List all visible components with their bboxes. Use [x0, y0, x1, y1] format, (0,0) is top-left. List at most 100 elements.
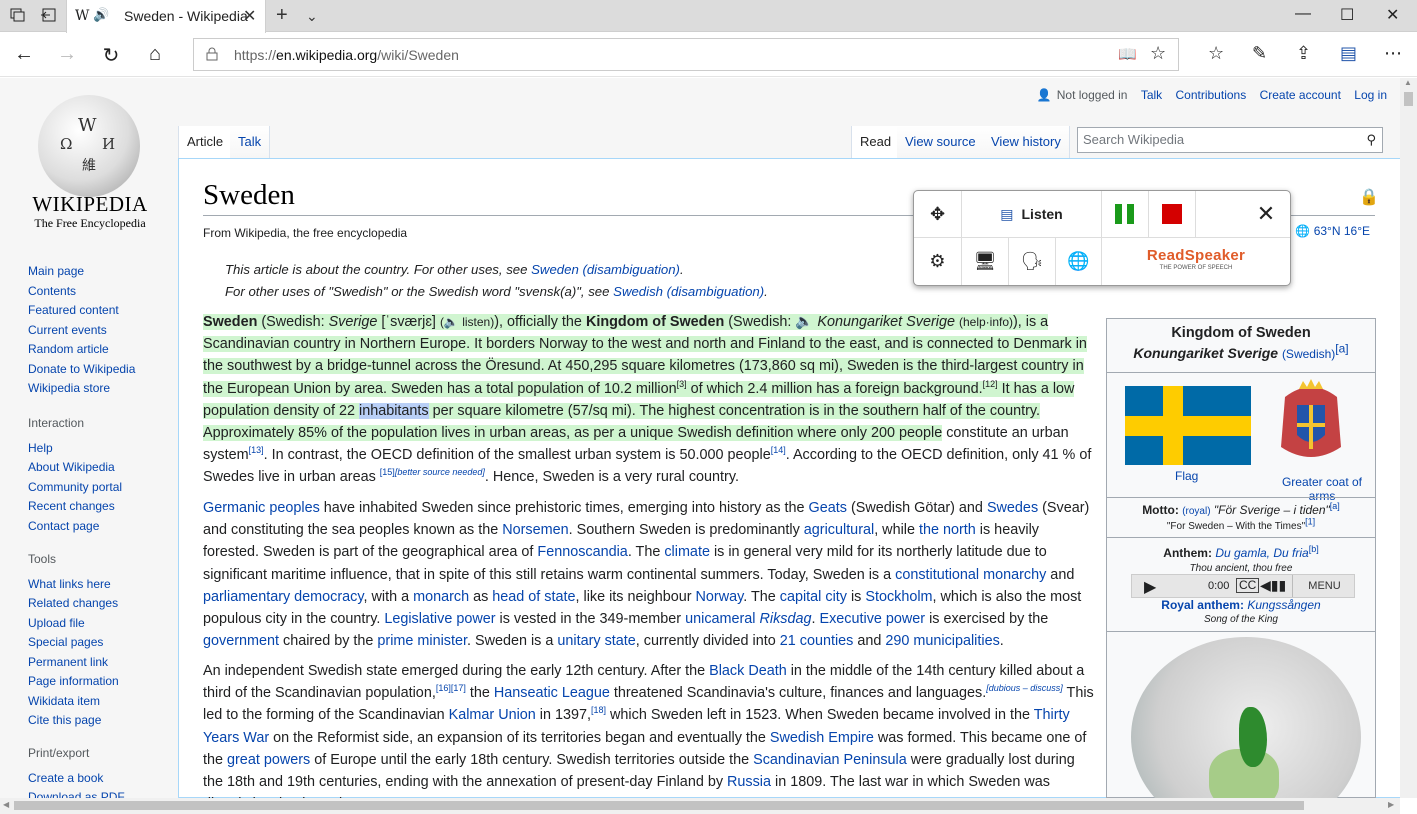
coordinates: s: 🌐 63°N 16°E — [1283, 224, 1370, 238]
search-icon[interactable]: ⚲ — [1366, 132, 1376, 148]
play-icon[interactable]: ▶ — [1144, 577, 1156, 597]
favorites-hub-icon[interactable]: ☆ — [1208, 43, 1224, 64]
horizontal-scrollbar[interactable]: ◀ ▶ — [0, 798, 1400, 814]
listen-icon: ▤ — [1000, 205, 1014, 222]
tab-actions-icon[interactable] — [10, 8, 26, 22]
close-tab-icon[interactable]: ✕ — [243, 6, 256, 26]
audio-player: ▶ 0:00 CC ◀▮▮ MENU — [1131, 574, 1355, 598]
contributions-link[interactable]: Contributions — [1176, 88, 1247, 102]
personal-talk-link[interactable]: Talk — [1141, 88, 1162, 102]
sidebar-item-featured-content[interactable]: Featured content — [28, 301, 135, 321]
share-icon[interactable]: ⇪ — [1296, 43, 1311, 64]
create-account-link[interactable]: Create account — [1260, 88, 1341, 102]
royal-anthem-link[interactable]: Kungssången — [1247, 598, 1320, 612]
wikipedia-favicon-icon: W — [75, 8, 90, 24]
captions-icon[interactable]: CC — [1236, 578, 1260, 593]
sidebar-heading-interaction: Interaction — [28, 416, 85, 430]
readspeaker-logo[interactable]: ReadSpeaker THE POWER OF SPEECH — [1102, 238, 1290, 285]
wikipedia-globe-icon: W Ω И 維 — [38, 95, 140, 197]
search-input[interactable]: Search Wikipedia ⚲ — [1077, 127, 1383, 153]
sidebar-item-what-links-here[interactable]: What links here — [28, 575, 119, 595]
swedish-disambiguation-link[interactable]: Swedish (disambiguation) — [613, 284, 764, 299]
log-in-link[interactable]: Log in — [1354, 88, 1387, 102]
audio-time: 0:00 — [1208, 580, 1230, 592]
close-window-icon[interactable]: ✕ — [1386, 5, 1399, 25]
tab-talk[interactable]: Talk — [230, 126, 271, 158]
protection-lock-icon[interactable]: 🔒 — [1359, 187, 1379, 207]
history-paragraph: Germanic peoples have inhabited Sweden s… — [203, 500, 1090, 650]
infobox-divider — [1107, 497, 1375, 498]
location-map-image[interactable] — [1131, 637, 1361, 814]
native-lang-link[interactable]: (Swedish) — [1282, 347, 1335, 361]
tab-article[interactable]: Article — [178, 126, 233, 158]
sidebar-item-page-information[interactable]: Page information — [28, 672, 119, 692]
move-handle-icon[interactable]: ✥ — [914, 191, 962, 238]
sidebar-item-wikipedia-store[interactable]: Wikipedia store — [28, 379, 135, 399]
pause-button[interactable] — [1102, 191, 1149, 238]
voice-settings-icon[interactable]: 🗣 — [1009, 238, 1056, 285]
flag-caption-link[interactable]: Flag — [1175, 469, 1198, 483]
volume-icon[interactable]: ◀▮▮ — [1260, 577, 1286, 594]
vertical-scrollbar[interactable]: ▲ — [1400, 78, 1417, 798]
sidebar-item-random-article[interactable]: Random article — [28, 340, 135, 360]
address-bar[interactable]: https://en.wikipedia.org/wiki/Sweden 📖 ☆ — [193, 38, 1179, 71]
browser-tab-active[interactable]: W 🔊 Sweden - Wikipedia ✕ — [66, 0, 266, 33]
maximize-icon[interactable]: ☐ — [1340, 5, 1354, 25]
tab-preview-chevron-icon[interactable]: ⌄ — [306, 8, 318, 25]
sidebar-item-current-events[interactable]: Current events — [28, 321, 135, 341]
home-icon[interactable]: ⌂ — [143, 43, 167, 66]
coat-of-arms-caption-link[interactable]: Greater coat of arms — [1269, 475, 1375, 503]
anthem-link[interactable]: Du gamla, Du fria — [1215, 546, 1308, 560]
tab-view-source[interactable]: View source — [897, 126, 985, 158]
sidebar-item-cite-this-page[interactable]: Cite this page — [28, 711, 119, 731]
infobox-divider — [1107, 537, 1375, 538]
sidebar-item-community-portal[interactable]: Community portal — [28, 478, 122, 498]
sidebar-item-wikidata-item[interactable]: Wikidata item — [28, 692, 119, 712]
tab-read[interactable]: Read — [851, 126, 901, 158]
more-menu-icon[interactable]: ⋯ — [1384, 43, 1402, 64]
back-icon[interactable]: ← — [12, 43, 36, 66]
stop-icon — [1162, 204, 1182, 224]
sidebar-item-donate-to-wikipedia[interactable]: Donate to Wikipedia — [28, 360, 135, 380]
reading-view-icon[interactable]: 📖 — [1118, 45, 1137, 63]
favorite-star-icon[interactable]: ☆ — [1150, 43, 1166, 64]
sidebar-item-about-wikipedia[interactable]: About Wikipedia — [28, 458, 122, 478]
sweden-flag-image[interactable] — [1125, 386, 1251, 465]
coordinates-value[interactable]: 63°N 16°E — [1314, 224, 1370, 238]
middle-ages-paragraph: An independent Swedish state emerged dur… — [203, 663, 1094, 812]
sidebar-item-permanent-link[interactable]: Permanent link — [28, 653, 119, 673]
speaker-audio-icon[interactable]: 🔊 — [93, 7, 109, 23]
infobox-divider — [1107, 372, 1375, 373]
wikipedia-logo[interactable]: W Ω И 維 WIKIPEDIA The Free Encyclopedia — [28, 95, 158, 235]
listen-button[interactable]: ▤ Listen — [962, 191, 1102, 238]
sidebar-item-help[interactable]: Help — [28, 439, 122, 459]
refresh-icon[interactable]: ↻ — [99, 43, 123, 68]
sidebar-interaction: Interaction Help About Wikipedia Community… — [28, 414, 122, 536]
settings-gear-icon[interactable]: ⚙ — [914, 238, 962, 285]
set-aside-tabs-icon[interactable] — [40, 8, 56, 22]
close-readspeaker-icon[interactable]: ✕ — [1242, 191, 1290, 238]
translate-globe-icon[interactable]: 🌐 — [1056, 238, 1102, 285]
new-tab-icon[interactable]: + — [276, 4, 288, 27]
site-subtitle: From Wikipedia, the free encyclopedia — [203, 226, 408, 240]
sidebar-item-special-pages[interactable]: Special pages — [28, 633, 119, 653]
sidebar-item-main-page[interactable]: Main page — [28, 262, 135, 282]
readspeaker-extension-icon[interactable]: ▤ — [1340, 43, 1357, 64]
stop-button[interactable] — [1149, 191, 1196, 238]
coat-of-arms-image[interactable] — [1275, 377, 1347, 469]
sidebar-item-related-changes[interactable]: Related changes — [28, 594, 119, 614]
tab-view-history[interactable]: View history — [983, 126, 1070, 158]
minimize-icon[interactable]: — — [1295, 5, 1311, 23]
web-note-pen-icon[interactable]: ✎ — [1252, 43, 1267, 64]
motto-royal-link[interactable]: (royal) — [1182, 506, 1210, 517]
sweden-disambiguation-link[interactable]: Sweden (disambiguation) — [531, 262, 680, 277]
sidebar-item-contents[interactable]: Contents — [28, 282, 135, 302]
sidebar-item-upload-file[interactable]: Upload file — [28, 614, 119, 634]
forward-icon[interactable]: → — [55, 43, 79, 66]
sidebar-tools: Tools What links here Related changes Uplo… — [28, 550, 119, 731]
text-mode-icon[interactable]: 🖥 — [962, 238, 1009, 285]
audio-menu-button[interactable]: MENU — [1292, 575, 1356, 597]
sidebar-item-recent-changes[interactable]: Recent changes — [28, 497, 122, 517]
sidebar-item-create-a-book[interactable]: Create a book — [28, 769, 125, 789]
sidebar-item-contact-page[interactable]: Contact page — [28, 517, 122, 537]
